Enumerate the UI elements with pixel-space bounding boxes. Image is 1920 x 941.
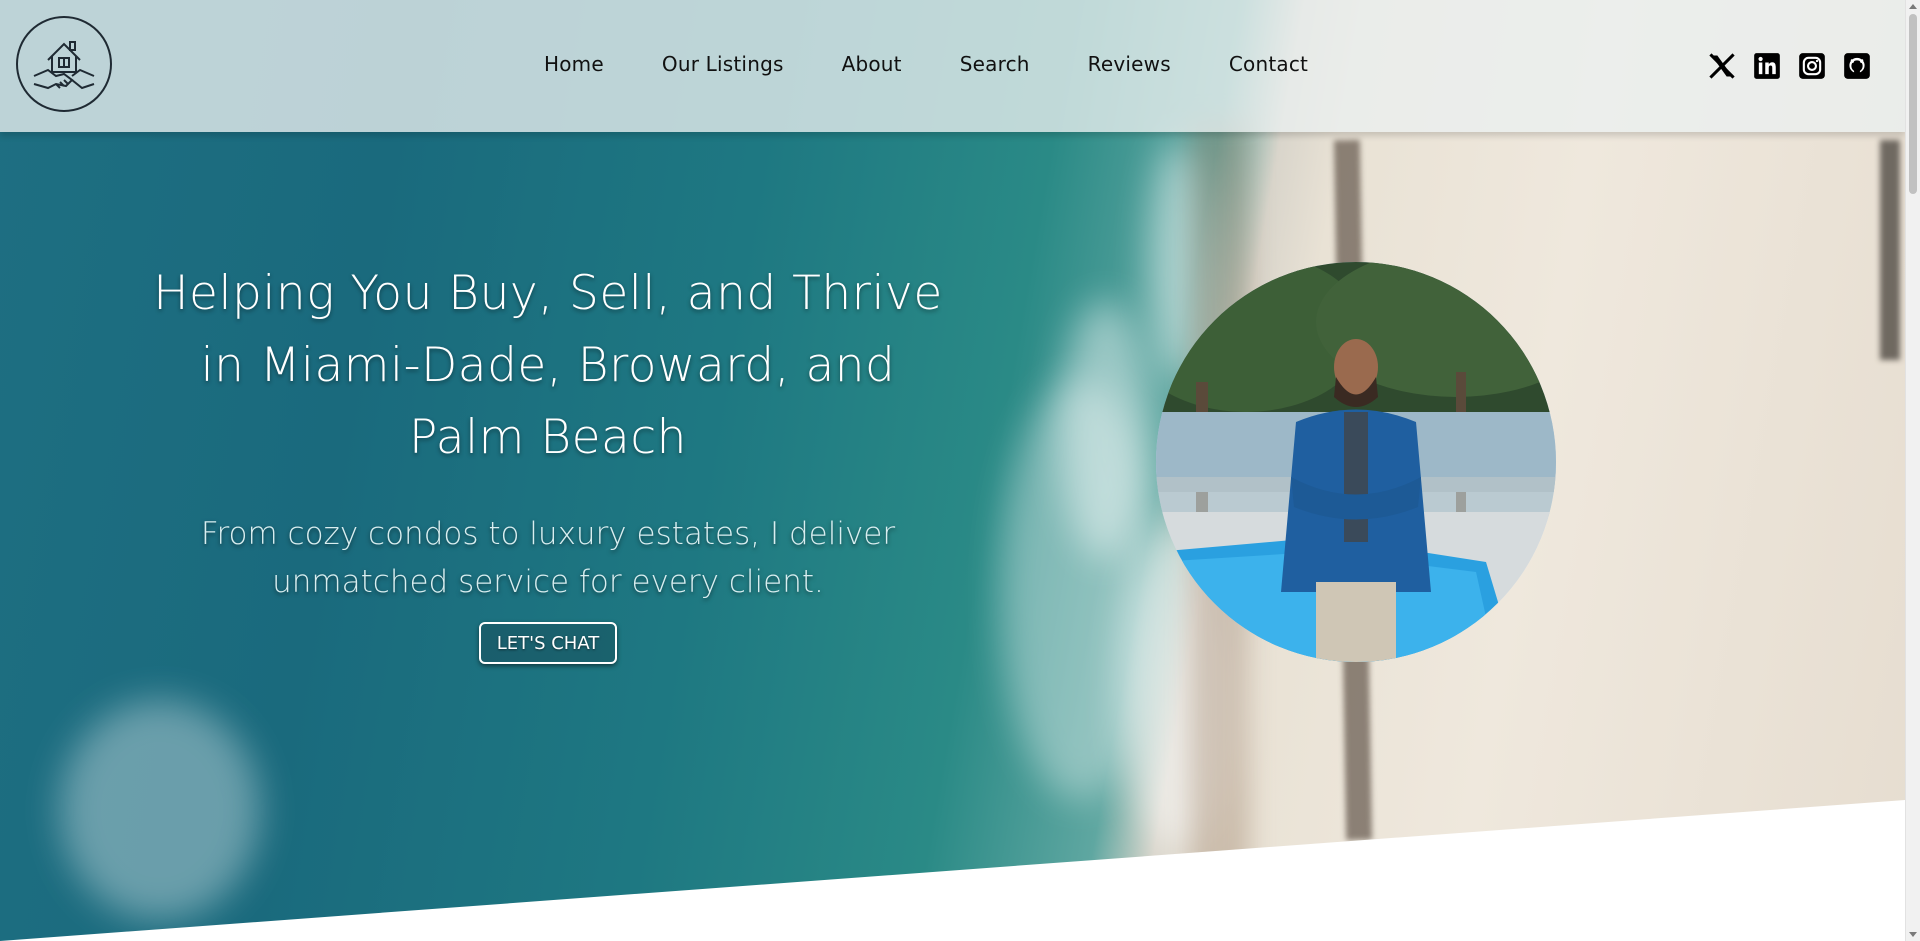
x-icon[interactable] bbox=[1708, 52, 1736, 80]
subline-line-2: unmatched service for every client. bbox=[272, 564, 824, 600]
linkedin-icon[interactable] bbox=[1753, 52, 1781, 80]
main-nav: Home Our Listings About Search Reviews C… bbox=[544, 52, 1366, 76]
headline-line-2: in Miami-Dade, Broward, and bbox=[200, 338, 896, 393]
agent-portrait bbox=[1156, 262, 1556, 662]
hero-headline: Helping You Buy, Sell, and Thrive in Mia… bbox=[140, 258, 956, 474]
subline-line-1: From cozy condos to luxury estates, I de… bbox=[200, 516, 896, 552]
scroll-down-arrow-icon[interactable] bbox=[1909, 932, 1917, 937]
scroll-thumb[interactable] bbox=[1909, 14, 1917, 194]
headline-line-1: Helping You Buy, Sell, and Thrive bbox=[153, 266, 943, 321]
instagram-icon[interactable] bbox=[1798, 52, 1826, 80]
nav-search[interactable]: Search bbox=[960, 52, 1030, 76]
nav-contact[interactable]: Contact bbox=[1229, 52, 1308, 76]
hero-subline: From cozy condos to luxury estates, I de… bbox=[180, 510, 916, 606]
top-navbar: Home Our Listings About Search Reviews C… bbox=[0, 0, 1905, 132]
github-icon[interactable] bbox=[1843, 52, 1871, 80]
scroll-up-arrow-icon[interactable] bbox=[1909, 4, 1917, 9]
page-scrollbar[interactable] bbox=[1905, 0, 1920, 941]
nav-home[interactable]: Home bbox=[544, 52, 604, 76]
lets-chat-button[interactable]: LET'S CHAT bbox=[479, 622, 617, 664]
social-links bbox=[1708, 52, 1871, 80]
house-handshake-logo[interactable] bbox=[16, 16, 112, 112]
nav-reviews[interactable]: Reviews bbox=[1088, 52, 1171, 76]
nav-our-listings[interactable]: Our Listings bbox=[662, 52, 784, 76]
nav-about[interactable]: About bbox=[842, 52, 902, 76]
headline-line-3: Palm Beach bbox=[409, 410, 687, 465]
